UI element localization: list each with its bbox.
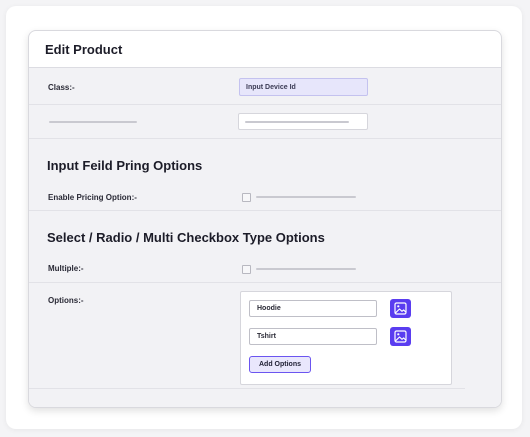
input-placeholder-bar [245,121,349,123]
page-title: Edit Product [45,42,123,57]
field-label-placeholder [49,121,137,123]
edit-product-card: Edit Product Class:- Input Device Id Inp… [28,30,502,408]
add-options-label: Add Options [259,361,301,368]
image-upload-button[interactable] [390,299,411,318]
row-divider [29,138,501,139]
class-input[interactable]: Input Device Id [239,78,368,96]
image-upload-button[interactable] [390,327,411,346]
row-divider [29,282,501,283]
select-section-title: Select / Radio / Multi Checkbox Type Opt… [47,230,325,245]
option-input[interactable]: Tshirt [249,328,377,345]
options-panel: Hoodie Tshirt Add Options [240,291,452,385]
image-icon [394,330,407,343]
option-value: Hoodie [257,305,281,312]
multiple-label: Multiple:- [48,264,84,273]
options-label: Options:- [48,296,84,305]
enable-pricing-checkbox[interactable] [242,193,251,202]
enable-pricing-track [256,196,356,198]
class-input-value: Input Device Id [246,83,296,91]
add-options-button[interactable]: Add Options [249,356,311,373]
class-label: Class:- [48,83,75,92]
row-divider [29,104,501,105]
option-input[interactable]: Hoodie [249,300,377,317]
row-divider [29,388,465,389]
card-header: Edit Product [29,31,501,68]
text-input[interactable] [238,113,368,130]
pricing-section-title: Input Feild Pring Options [47,158,203,173]
row-divider [29,210,501,211]
multiple-track [256,268,356,270]
image-icon [394,302,407,315]
option-value: Tshirt [257,333,276,340]
multiple-checkbox[interactable] [242,265,251,274]
enable-pricing-label: Enable Pricing Option:- [48,193,137,202]
